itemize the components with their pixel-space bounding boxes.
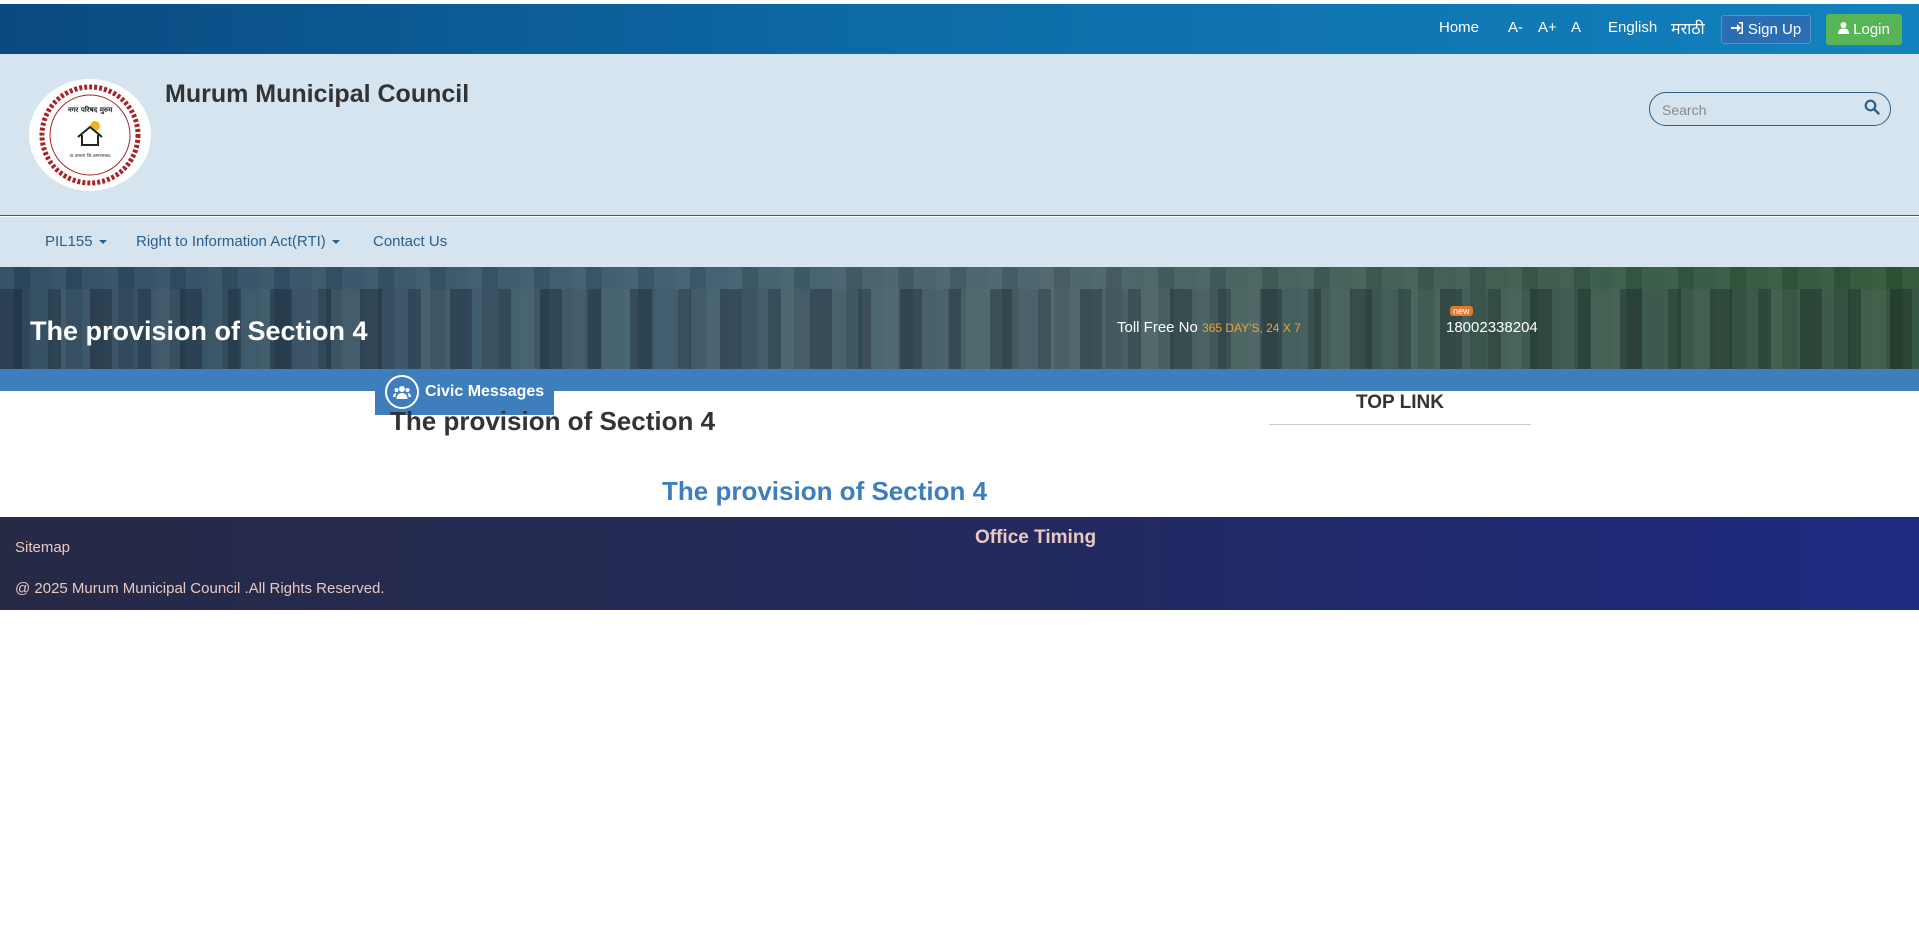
font-decrease-button[interactable]: A- (1508, 19, 1523, 36)
caret-down-icon (331, 239, 340, 244)
caret-down-icon (98, 239, 107, 244)
login-label: Login (1853, 21, 1890, 38)
content-title: The provision of Section 4 (390, 406, 716, 436)
language-marathi-link[interactable]: मराठी (1671, 17, 1705, 39)
font-increase-button[interactable]: A+ (1538, 19, 1557, 36)
search-input[interactable] (1662, 99, 1852, 121)
content-subtitle-link[interactable]: The provision of Section 4 (662, 476, 987, 507)
top-link-divider (1269, 424, 1531, 425)
office-timing-heading: Office Timing (975, 527, 1097, 548)
toll-free-label: Toll Free No (1117, 319, 1198, 336)
signup-button[interactable]: Sign Up (1721, 15, 1811, 44)
nav-item-label: Contact Us (373, 233, 448, 250)
top-bar: Home A- A+ A English मराठी Sign Up Login (0, 4, 1919, 54)
nav-item-pil155[interactable]: PIL155 (45, 233, 107, 250)
page-banner: The provision of Section 4 Toll Free No … (0, 267, 1919, 369)
sitemap-link[interactable]: Sitemap (15, 539, 70, 556)
logo-text-bottom: ता.उमरगा जि.उस्मानाबाद (69, 152, 111, 159)
login-button[interactable]: Login (1826, 14, 1902, 45)
nav-item-rti[interactable]: Right to Information Act(RTI) (136, 233, 340, 250)
sign-in-icon (1730, 21, 1744, 38)
banner-title: The provision of Section 4 (30, 316, 368, 346)
site-title: Murum Municipal Council (165, 80, 470, 108)
nav-item-label: PIL155 (45, 233, 93, 250)
toll-free-info: Toll Free No 365 DAY'S, 24 X 7 (1117, 319, 1301, 336)
new-badge: new (1450, 306, 1473, 316)
nav-item-label: Right to Information Act(RTI) (136, 233, 326, 250)
logo-text-top: नगर परिषद मुरुम (67, 105, 113, 115)
site-header: नगर परिषद मुरुम ता.उमरगा जि.उस्मानाबाद M… (0, 54, 1919, 216)
toll-free-hours: 365 DAY'S, 24 X 7 (1202, 321, 1301, 335)
toll-free-number[interactable]: 18002338204 (1446, 319, 1538, 336)
signup-label: Sign Up (1747, 21, 1802, 38)
blue-strip (0, 369, 1919, 391)
main-navigation: PIL155 Right to Information Act(RTI) Con… (0, 217, 1919, 267)
user-icon (1838, 21, 1850, 38)
copyright-text: @ 2025 Murum Municipal Council .All Righ… (15, 580, 385, 597)
home-link[interactable]: Home (1439, 19, 1479, 36)
site-footer: Sitemap Office Timing @ 2025 Murum Munic… (0, 517, 1919, 610)
civic-messages-label: Civic Messages (425, 383, 545, 400)
top-link-heading: TOP LINK (1356, 392, 1444, 413)
council-logo[interactable]: नगर परिषद मुरुम ता.उमरगा जि.उस्मानाबाद (29, 79, 151, 191)
font-reset-button[interactable]: A (1571, 19, 1581, 36)
language-english-link[interactable]: English (1608, 19, 1657, 36)
users-icon (385, 375, 419, 409)
search-icon[interactable] (1864, 99, 1880, 120)
search-box (1649, 92, 1891, 126)
nav-item-contact-us[interactable]: Contact Us (373, 233, 447, 250)
